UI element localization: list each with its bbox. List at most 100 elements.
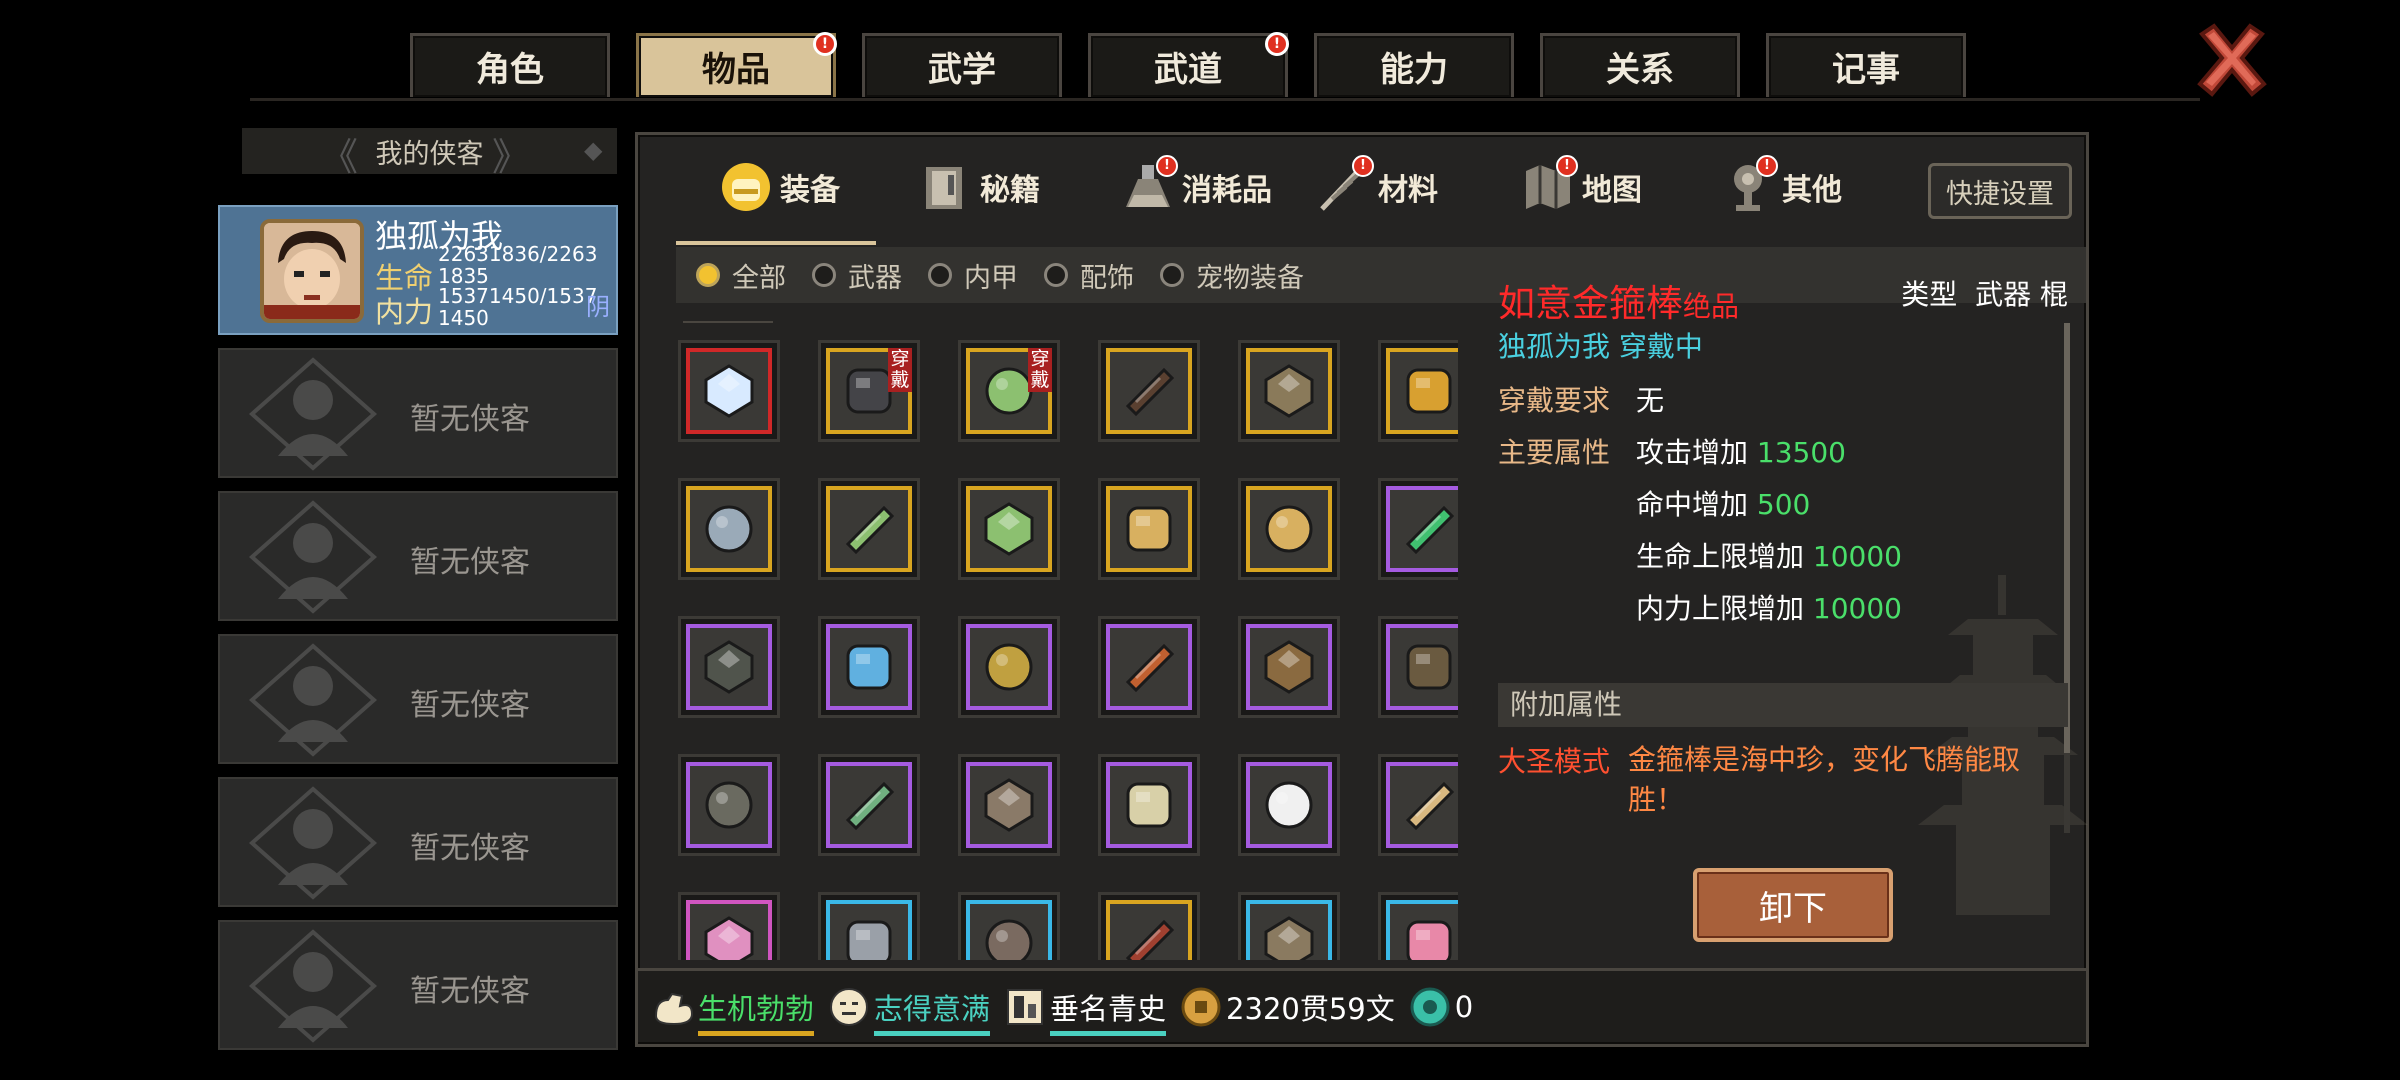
- item-slot[interactable]: [958, 616, 1060, 718]
- item-slot[interactable]: [1098, 616, 1200, 718]
- muscle-icon: [652, 986, 694, 1028]
- item-slot[interactable]: [818, 754, 920, 856]
- stone-bar-icon: [705, 781, 753, 829]
- item-slot[interactable]: [1378, 478, 1458, 580]
- item-slot[interactable]: [1378, 754, 1458, 856]
- top-tab-0[interactable]: 角色: [410, 33, 610, 97]
- item-frame: [1386, 348, 1458, 434]
- item-frame: [966, 900, 1052, 960]
- top-tab-5[interactable]: 关系: [1540, 33, 1740, 97]
- blue-ribbon-icon: [846, 644, 892, 690]
- item-frame: [1106, 486, 1192, 572]
- item-slot[interactable]: [1098, 340, 1200, 442]
- wrapped-bundle-icon: [1264, 916, 1314, 960]
- item-frame: [686, 762, 772, 848]
- top-tab-bar: 角色 物品! 武学 武道! 能力 关系 记事: [0, 0, 2400, 110]
- empty-hero-slot[interactable]: 暂无侠客: [218, 777, 618, 907]
- item-slot[interactable]: [1378, 340, 1458, 442]
- beast-tooth-icon: [1405, 781, 1455, 831]
- item-slot[interactable]: 穿戴: [958, 340, 1060, 442]
- top-tab-label: 记事: [1832, 50, 1900, 90]
- item-slot[interactable]: [1238, 892, 1340, 960]
- filter-option-3[interactable]: 配饰: [1044, 256, 1134, 295]
- category-tab-2[interactable]: ! 消耗品: [1122, 155, 1272, 217]
- item-slot[interactable]: [818, 478, 920, 580]
- category-underline: [676, 241, 876, 245]
- empty-hero-slot[interactable]: 暂无侠客: [218, 348, 618, 478]
- gold-card-icon: [1126, 506, 1172, 552]
- item-slot[interactable]: [1098, 478, 1200, 580]
- item-slot[interactable]: [1238, 616, 1340, 718]
- item-frame: [1246, 762, 1332, 848]
- top-tab-label: 关系: [1606, 50, 1674, 90]
- top-tab-3[interactable]: 武道!: [1088, 32, 1289, 97]
- empty-hero-slot[interactable]: 暂无侠客: [218, 634, 618, 764]
- item-slot[interactable]: [1098, 754, 1200, 856]
- item-frame: [1386, 762, 1458, 848]
- item-slot[interactable]: [1378, 616, 1458, 718]
- item-slot[interactable]: [958, 892, 1060, 960]
- jade-vest-icon: [984, 502, 1034, 556]
- empty-hero-label: 暂无侠客: [410, 688, 530, 723]
- status-item-0[interactable]: 生机勃勃: [652, 986, 815, 1036]
- sword-icon: [985, 919, 1033, 960]
- status-item-4[interactable]: 0: [1409, 986, 1473, 1028]
- item-slot[interactable]: [678, 340, 780, 442]
- hero-card-active[interactable]: 独孤为我 生命 22631836/22631835 内力 15371450/15…: [218, 205, 618, 335]
- item-slot[interactable]: 穿戴: [818, 340, 920, 442]
- category-tab-0[interactable]: 装备: [720, 157, 840, 217]
- pink-flower-icon: [1406, 920, 1452, 960]
- smile-icon: [828, 986, 870, 1028]
- category-tab-1[interactable]: 秘籍: [920, 157, 1040, 217]
- attribute-row: 攻击增加 13500: [1636, 431, 1846, 471]
- status-item-3[interactable]: 2320贯59文: [1180, 986, 1395, 1028]
- crystal-ball-icon: [704, 364, 754, 418]
- chevron-right-icon[interactable]: 》: [492, 126, 530, 181]
- item-slot[interactable]: [1238, 340, 1340, 442]
- chevron-left-icon[interactable]: 《: [320, 126, 358, 181]
- unequip-button[interactable]: 卸下: [1693, 868, 1893, 942]
- radio-icon: [1044, 263, 1068, 287]
- top-tab-6[interactable]: 记事: [1766, 33, 1966, 97]
- worn-badge: 穿戴: [1028, 348, 1052, 392]
- item-frame: [1246, 348, 1332, 434]
- hero-tag: 阴: [586, 293, 610, 321]
- badge-icon: !: [1156, 155, 1178, 177]
- item-slot[interactable]: [958, 478, 1060, 580]
- item-slot[interactable]: [678, 754, 780, 856]
- item-slot[interactable]: [818, 616, 920, 718]
- item-frame: [1386, 624, 1458, 710]
- item-slot[interactable]: [1378, 892, 1458, 960]
- filter-option-1[interactable]: 武器: [812, 256, 902, 295]
- filter-option-2[interactable]: 内甲: [928, 256, 1018, 295]
- item-slot[interactable]: [1098, 892, 1200, 960]
- item-slot[interactable]: [958, 754, 1060, 856]
- pink-pouch-icon: [704, 916, 754, 960]
- category-label: 装备: [780, 173, 840, 208]
- item-frame: [686, 486, 772, 572]
- mp-label: 内力: [375, 295, 434, 329]
- item-slot[interactable]: [678, 892, 780, 960]
- filter-option-0[interactable]: 全部: [696, 256, 786, 295]
- top-tab-1[interactable]: 物品!: [636, 32, 837, 97]
- filter-label: 内甲: [964, 262, 1018, 294]
- top-tab-2[interactable]: 武学: [862, 33, 1062, 97]
- item-frame: [1246, 486, 1332, 572]
- item-slot[interactable]: [818, 892, 920, 960]
- item-slot[interactable]: [1238, 478, 1340, 580]
- empty-hero-slot[interactable]: 暂无侠客: [218, 491, 618, 621]
- req-value: 无: [1636, 384, 1665, 417]
- close-icon[interactable]: [2192, 20, 2272, 100]
- category-tab-3[interactable]: ! 材料: [1318, 155, 1438, 217]
- filter-label: 武器: [848, 262, 902, 294]
- empty-hero-slot[interactable]: 暂无侠客: [218, 920, 618, 1050]
- item-slot[interactable]: [1238, 754, 1340, 856]
- status-item-1[interactable]: 志得意满: [828, 986, 991, 1036]
- top-tab-4[interactable]: 能力: [1314, 33, 1514, 97]
- filter-label: 全部: [732, 262, 786, 294]
- status-item-2[interactable]: 垂名青史: [1004, 986, 1167, 1036]
- filter-option-4[interactable]: 宠物装备: [1160, 256, 1304, 295]
- item-slot[interactable]: [678, 478, 780, 580]
- red-robe-icon: [1125, 919, 1175, 960]
- item-slot[interactable]: [678, 616, 780, 718]
